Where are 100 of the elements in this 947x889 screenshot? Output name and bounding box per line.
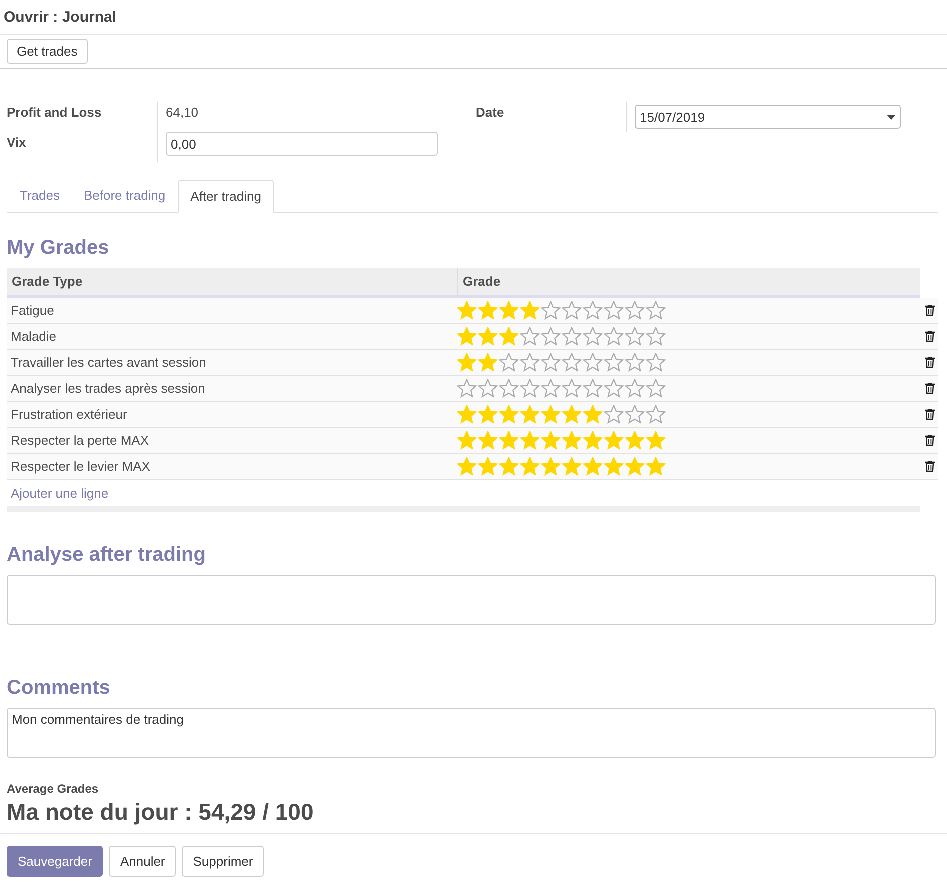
filled-star-icon [646,431,666,450]
empty-star-icon [562,379,582,398]
empty-star-icon [604,301,624,320]
empty-star-icon [646,301,666,320]
filled-star-icon [478,405,498,424]
column-header: Grade Type [7,268,458,295]
empty-star-icon [541,327,561,346]
filled-star-icon [541,457,561,476]
filled-star-icon [520,301,540,320]
empty-star-icon [604,379,624,398]
trash-icon[interactable] [925,409,935,420]
empty-star-icon [520,353,540,372]
field-label: Vix [7,134,28,152]
filled-star-icon [457,405,477,424]
filled-star-icon [625,457,645,476]
filled-star-icon [478,431,498,450]
filled-star-icon [520,431,540,450]
filled-star-icon [499,301,519,320]
table-cell-text: Respecter le levier MAX [10,459,152,474]
table-cell-text: Travailler les cartes avant session [10,355,208,370]
trash-icon[interactable] [925,331,935,342]
date-select-field[interactable]: 15/07/2019 [635,105,901,129]
empty-star-icon [457,379,477,398]
filled-star-icon [583,405,603,424]
filled-star-icon [499,327,519,346]
empty-star-icon [625,301,645,320]
average-grade-text: Ma note du jour : 54,29 / 100 [7,799,315,826]
tab[interactable]: Trades [8,180,72,213]
filled-star-icon [478,301,498,320]
filled-star-icon [562,405,582,424]
empty-star-icon [541,379,561,398]
column-header: Grade [462,273,502,291]
filled-star-icon [541,431,561,450]
empty-star-icon [646,353,666,372]
trash-icon[interactable] [925,357,935,368]
empty-star-icon [520,379,540,398]
filled-star-icon [457,327,477,346]
caret-icon [887,114,896,120]
comments-text-field[interactable]: Mon commentaires de trading [7,708,936,758]
section-heading: My Grades [7,237,110,260]
footer-button[interactable]: Supprimer [182,846,264,877]
filled-star-icon [646,457,666,476]
table-cell-text: Fatigue [10,303,56,318]
empty-star-icon [499,379,519,398]
filled-star-icon [478,353,498,372]
filled-star-icon [562,431,582,450]
filled-star-icon [604,457,624,476]
empty-star-icon [583,379,603,398]
empty-star-icon [625,327,645,346]
add-line-link[interactable]: Ajouter une ligne [11,486,109,500]
table-cell-text: Maladie [10,329,58,344]
trash-icon[interactable] [925,461,935,472]
empty-star-icon [562,353,582,372]
filled-star-icon [499,457,519,476]
filled-star-icon [583,431,603,450]
trash-icon[interactable] [925,383,935,394]
empty-star-icon [604,327,624,346]
filled-star-icon [457,457,477,476]
tab[interactable]: After trading [178,180,274,213]
section-heading: Analyse after trading [7,544,207,567]
filled-star-icon [604,431,624,450]
save-button[interactable]: Sauvegarder [7,846,104,877]
table-cell-text: Analyser les trades après session [10,381,206,396]
filled-star-icon [478,327,498,346]
empty-star-icon [604,353,624,372]
field-label: Date [476,104,506,122]
filled-star-icon [499,405,519,424]
get-trades-button[interactable]: Get trades [7,39,88,64]
tab[interactable]: Before trading [72,180,178,213]
filled-star-icon [499,431,519,450]
empty-star-icon [562,301,582,320]
filled-star-icon [478,457,498,476]
table-cell-text: Frustration extérieur [10,407,128,422]
filled-star-icon [520,457,540,476]
filled-star-icon [520,405,540,424]
trash-icon[interactable] [925,305,935,316]
field-label: Average Grades [7,782,100,796]
empty-star-icon [625,405,645,424]
vix-input-field[interactable]: 0,00 [166,132,438,156]
empty-star-icon [646,405,666,424]
empty-star-icon [562,327,582,346]
empty-star-icon [625,353,645,372]
empty-star-icon [583,353,603,372]
filled-star-icon [583,457,603,476]
field-label: Profit and Loss [7,104,103,122]
empty-star-icon [583,301,603,320]
window-title: Ouvrir : Journal [4,8,117,26]
filled-star-icon [457,301,477,320]
filled-star-icon [457,431,477,450]
empty-star-icon [541,353,561,372]
filled-star-icon [457,353,477,372]
empty-star-icon [646,379,666,398]
footer-button[interactable]: Annuler [109,846,176,877]
filled-star-icon [541,405,561,424]
analyse-text-field[interactable] [7,575,936,625]
table-cell-text: Respecter la perte MAX [10,433,150,448]
trash-icon[interactable] [925,435,935,446]
section-heading: Comments [7,677,112,700]
empty-star-icon [646,327,666,346]
filled-star-icon [625,431,645,450]
